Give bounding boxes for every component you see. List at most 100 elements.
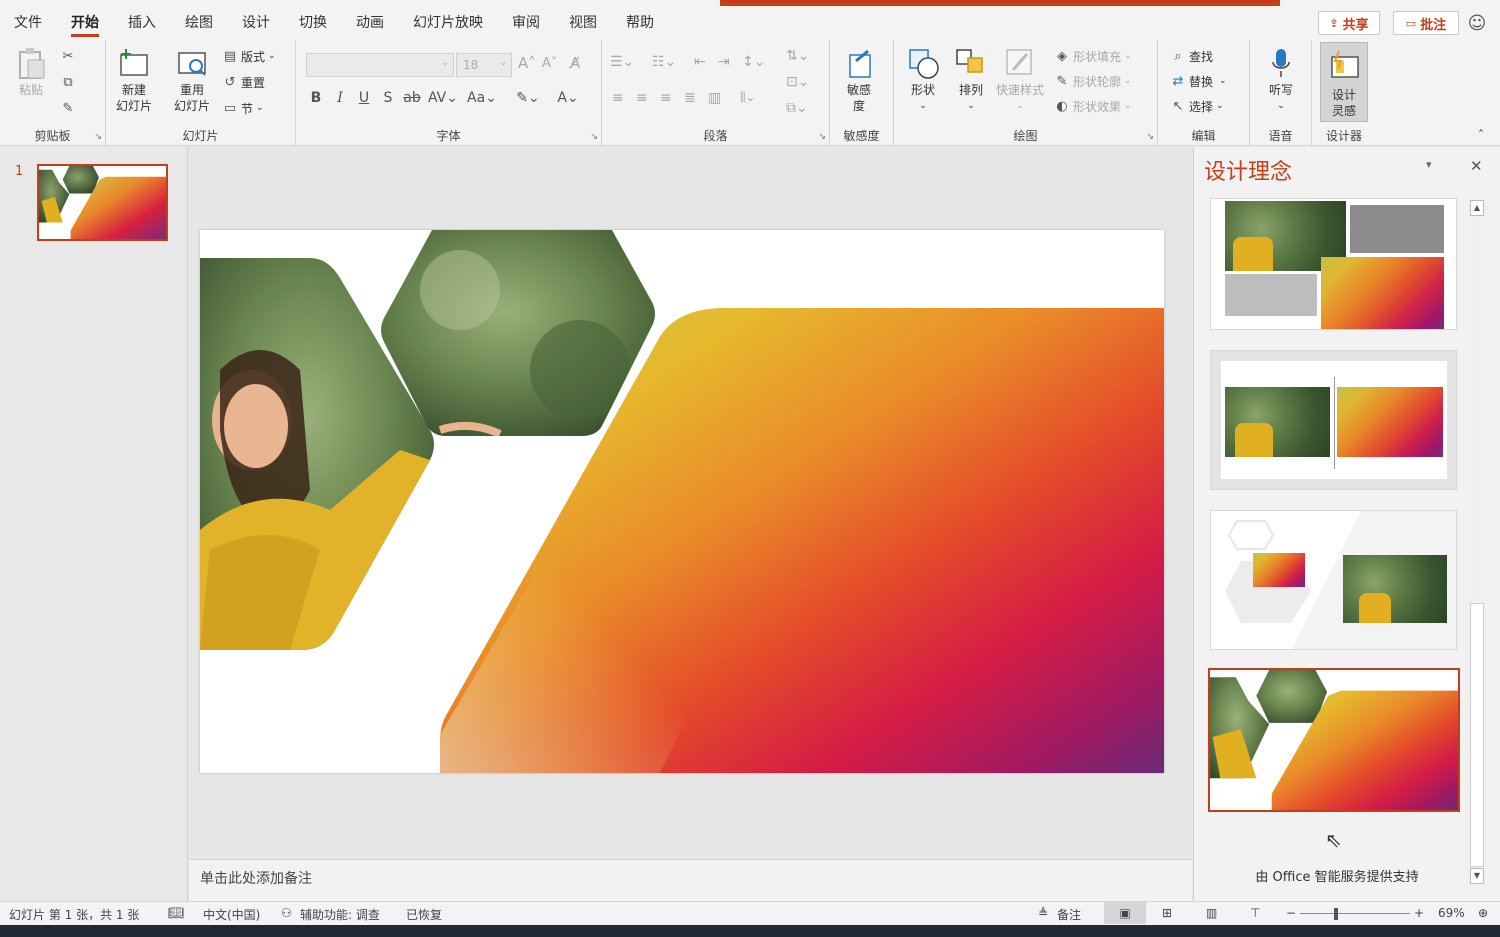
paragraph-launcher-icon[interactable]: ↘	[818, 132, 826, 142]
change-case-button[interactable]: Aa⌄	[466, 90, 498, 106]
quick-styles-icon	[1003, 44, 1037, 82]
font-color-button[interactable]: A⌄	[552, 90, 584, 106]
tab-insert[interactable]: 插入	[128, 6, 156, 40]
normal-view-icon[interactable]: ▣	[1104, 902, 1146, 924]
zoom-level[interactable]: 69%	[1438, 906, 1465, 920]
text-direction-icon[interactable]: ⇅⌄	[786, 48, 809, 64]
tab-slideshow[interactable]: 幻灯片放映	[413, 6, 483, 40]
find-button[interactable]: ⌕ 查找	[1170, 46, 1213, 66]
drawing-launcher-icon[interactable]: ↘	[1146, 132, 1154, 142]
design-ideas-button[interactable]: 设计 灵感	[1320, 42, 1368, 122]
tab-draw[interactable]: 绘图	[185, 6, 213, 40]
shadow-button[interactable]: S	[378, 90, 398, 106]
slideshow-icon[interactable]: ⊤	[1250, 906, 1260, 920]
tab-help[interactable]: 帮助	[626, 6, 654, 40]
decrease-indent-icon[interactable]: ⇤	[694, 54, 706, 70]
paste-button[interactable]: 粘贴	[14, 44, 48, 98]
accessibility-status[interactable]: 辅助功能: 调查	[300, 906, 380, 923]
dictate-button[interactable]: 听写 ⌄	[1264, 44, 1298, 114]
grow-font-icon[interactable]: A˄	[518, 54, 536, 72]
zoom-slider-track[interactable]	[1300, 913, 1410, 914]
bullets-icon[interactable]: ☰⌄	[610, 54, 634, 70]
design-idea-4-selected[interactable]	[1208, 668, 1460, 812]
reset-button[interactable]: ↺ 重置	[222, 72, 265, 92]
new-slide-button[interactable]: 新建 幻灯片	[116, 44, 152, 114]
layout-button[interactable]: ▤ 版式 ⌄	[222, 46, 276, 66]
zoom-out-icon[interactable]: −	[1286, 906, 1296, 920]
shape-effects-button[interactable]: ◐ 形状效果 ⌄	[1054, 96, 1131, 116]
font-size-dropdown[interactable]: 18 ⌄	[456, 53, 512, 77]
shape-outline-button[interactable]: ✎ 形状轮廓 ⌄	[1054, 71, 1132, 91]
design-idea-1[interactable]	[1210, 198, 1457, 330]
shapes-button[interactable]: 形状 ⌄	[906, 44, 940, 114]
sensitivity-button[interactable]: 敏感 度	[842, 44, 876, 114]
zoom-in-icon[interactable]: +	[1414, 906, 1424, 920]
tab-file[interactable]: 文件	[14, 6, 42, 40]
spellcheck-icon[interactable]: 📖︎	[168, 906, 185, 921]
italic-button[interactable]: I	[330, 90, 350, 106]
notes-toggle-icon[interactable]: ≜	[1038, 906, 1048, 920]
bold-button[interactable]: B	[306, 90, 326, 106]
columns-icon[interactable]: ⫼⌄	[740, 90, 756, 105]
slide-thumbnail[interactable]	[37, 164, 168, 241]
fit-to-window-icon[interactable]: ⊕	[1478, 906, 1488, 920]
smartart-icon[interactable]: ⧉⌄	[786, 100, 808, 116]
close-icon[interactable]: ✕	[1470, 157, 1483, 175]
feedback-smiley-icon[interactable]: ☺	[1466, 12, 1488, 34]
current-slide[interactable]	[200, 230, 1164, 773]
arrange-button[interactable]: 排列 ⌄	[954, 44, 988, 114]
tab-transitions[interactable]: 切换	[299, 6, 327, 40]
language-indicator[interactable]: 中文(中国)	[203, 906, 260, 923]
collapse-ribbon-icon[interactable]: ˄	[1478, 128, 1484, 142]
font-name-dropdown[interactable]: ⌄	[306, 53, 454, 77]
pane-options-chevron-icon[interactable]: ▾	[1426, 158, 1432, 171]
scroll-up-icon[interactable]: ▲	[1470, 200, 1484, 216]
slide-sorter-icon[interactable]: ⊞	[1162, 906, 1172, 920]
replace-button[interactable]: ⇄ 替换 ⌄	[1170, 71, 1227, 91]
clipboard-launcher-icon[interactable]: ↘	[94, 132, 102, 142]
section-button[interactable]: ▭ 节 ⌄	[222, 98, 264, 118]
notes-pane[interactable]: 单击此处添加备注	[189, 859, 1192, 901]
design-idea-2[interactable]	[1210, 350, 1457, 490]
font-launcher-icon[interactable]: ↘	[590, 132, 598, 142]
align-left-icon[interactable]: ≡	[612, 90, 624, 106]
format-painter-button[interactable]: ✎	[60, 98, 79, 118]
tab-animations[interactable]: 动画	[356, 6, 384, 40]
quick-styles-button[interactable]: 快速样式 ⌄	[996, 44, 1044, 114]
tab-design[interactable]: 设计	[242, 6, 270, 40]
justify-icon[interactable]: ≣	[684, 90, 696, 106]
reading-view-icon[interactable]: ▥	[1206, 906, 1217, 920]
char-spacing-button[interactable]: AV⌄	[428, 90, 458, 106]
copy-button[interactable]: ⧉	[60, 72, 79, 92]
pen-icon: ✎	[1056, 73, 1068, 89]
zoom-slider-thumb[interactable]	[1334, 908, 1338, 920]
select-button[interactable]: ↖ 选择 ⌄	[1170, 96, 1224, 116]
strikethrough-button[interactable]: ab	[402, 90, 422, 106]
shrink-font-icon[interactable]: A˅	[542, 56, 557, 71]
increase-indent-icon[interactable]: ⇥	[718, 54, 730, 70]
tab-view[interactable]: 视图	[569, 6, 597, 40]
distributed-icon[interactable]: ▥	[708, 90, 721, 106]
underline-button[interactable]: U	[354, 90, 374, 106]
comments-button[interactable]: ▭ 批注	[1393, 11, 1459, 35]
clear-format-icon[interactable]: A̸	[570, 54, 580, 72]
replace-icon: ⇄	[1172, 73, 1184, 89]
share-button[interactable]: ⇪ 共享	[1318, 11, 1380, 35]
cut-button[interactable]: ✂	[60, 46, 79, 66]
line-spacing-icon[interactable]: ↕⌄	[742, 54, 765, 70]
shape-fill-button[interactable]: ◈ 形状填充 ⌄	[1054, 46, 1132, 66]
arrange-label: 排列	[958, 83, 983, 97]
tab-review[interactable]: 审阅	[512, 6, 540, 40]
numbering-icon[interactable]: ☷⌄	[652, 54, 676, 70]
align-right-icon[interactable]: ≡	[660, 90, 672, 106]
align-center-icon[interactable]: ≡	[636, 90, 648, 106]
scrollbar-thumb[interactable]	[1470, 603, 1484, 867]
notes-toggle[interactable]: 备注	[1057, 906, 1081, 923]
tab-home[interactable]: 开始	[71, 6, 99, 40]
shapes-label: 形状	[910, 83, 935, 97]
accessibility-icon[interactable]: ⚇	[281, 906, 292, 920]
reuse-slides-button[interactable]: 重用 幻灯片	[174, 44, 210, 114]
highlight-color-button[interactable]: ✎⌄	[512, 90, 544, 106]
design-idea-3[interactable]	[1210, 510, 1457, 650]
align-text-icon[interactable]: ⊡⌄	[786, 74, 809, 90]
